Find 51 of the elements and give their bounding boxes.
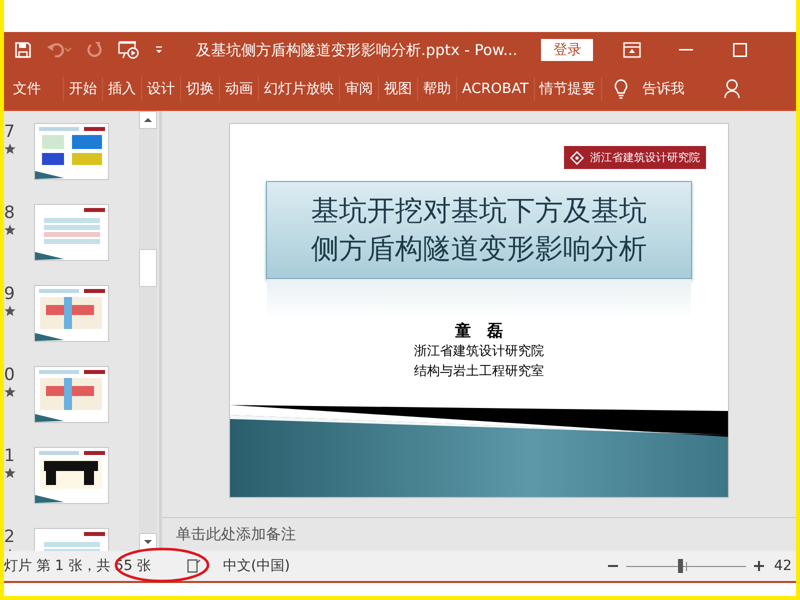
scrollbar[interactable] xyxy=(139,111,157,551)
slide-number: 2 xyxy=(4,528,16,546)
ribbon-tab[interactable]: ACROBAT xyxy=(457,81,534,97)
logo-icon xyxy=(570,150,584,164)
slide-number: 8 xyxy=(4,204,16,222)
minimize-icon[interactable] xyxy=(679,49,694,51)
ribbon-tab[interactable]: 切换 xyxy=(181,80,219,98)
slide-number: 1 xyxy=(4,447,16,465)
slide-number: 9 xyxy=(4,285,16,303)
ribbon-tab[interactable]: 插入 xyxy=(103,80,141,98)
author-name: 童 磊 xyxy=(455,321,503,342)
zoom-percent[interactable]: 42 xyxy=(774,558,796,574)
slide-title: 基坑开挖对基坑下方及基坑 xyxy=(311,193,647,229)
zoom-slider[interactable] xyxy=(626,559,746,573)
ribbon-tab[interactable]: 设计 xyxy=(142,80,180,98)
scroll-thumb[interactable] xyxy=(139,249,157,287)
logo-text: 浙江省建筑设计研究院 xyxy=(590,150,700,165)
language-label[interactable]: 中文(中国) xyxy=(222,557,290,575)
slide-number: 7 xyxy=(4,123,16,141)
slide-thumbnail[interactable] xyxy=(34,447,109,504)
affiliation-text: 结构与岩土工程研究室 xyxy=(414,363,544,381)
ribbon-tab[interactable]: 开始 xyxy=(64,80,102,98)
slide-number: 0 xyxy=(4,366,16,384)
slide-thumbnail[interactable] xyxy=(34,285,109,342)
presentation-icon[interactable] xyxy=(118,41,140,59)
slide-thumbnail[interactable] xyxy=(34,204,109,261)
scroll-up-icon[interactable] xyxy=(139,111,157,129)
maximize-icon[interactable] xyxy=(733,43,748,57)
dropdown-icon[interactable] xyxy=(154,45,164,55)
zoom-thumb[interactable] xyxy=(678,559,683,573)
zoom-in-icon[interactable] xyxy=(754,561,764,571)
slide-thumbnail[interactable] xyxy=(34,366,109,423)
notes-icon[interactable] xyxy=(186,559,201,573)
ribbon-tab[interactable]: 审阅 xyxy=(340,80,378,98)
ribbon-display-icon[interactable] xyxy=(623,42,642,58)
affiliation-text: 浙江省建筑设计研究院 xyxy=(414,343,544,361)
lightbulb-icon[interactable] xyxy=(614,79,628,99)
ribbon-tab[interactable]: 帮助 xyxy=(418,80,456,98)
ribbon-tab[interactable]: 动画 xyxy=(220,80,258,98)
login-button[interactable]: 登录 xyxy=(541,39,594,61)
save-icon[interactable] xyxy=(14,41,32,59)
ribbon-tab[interactable]: 视图 xyxy=(379,80,417,98)
ribbon-tab[interactable]: 幻灯片放映 xyxy=(259,80,339,98)
ribbon-tab[interactable]: 情节提要 xyxy=(534,80,600,98)
tell-me-field[interactable]: 告诉我 xyxy=(638,80,690,98)
window-title: 及基坑侧方盾构隧道变形影响分析.pptx - Pow... xyxy=(196,40,518,60)
scroll-down-icon[interactable] xyxy=(139,533,157,551)
person-icon[interactable] xyxy=(724,79,740,99)
ribbon-tab[interactable]: 文件 xyxy=(8,80,63,98)
slide-thumbnail[interactable] xyxy=(34,123,109,180)
slide-title: 侧方盾构隧道变形影响分析 xyxy=(311,231,647,267)
